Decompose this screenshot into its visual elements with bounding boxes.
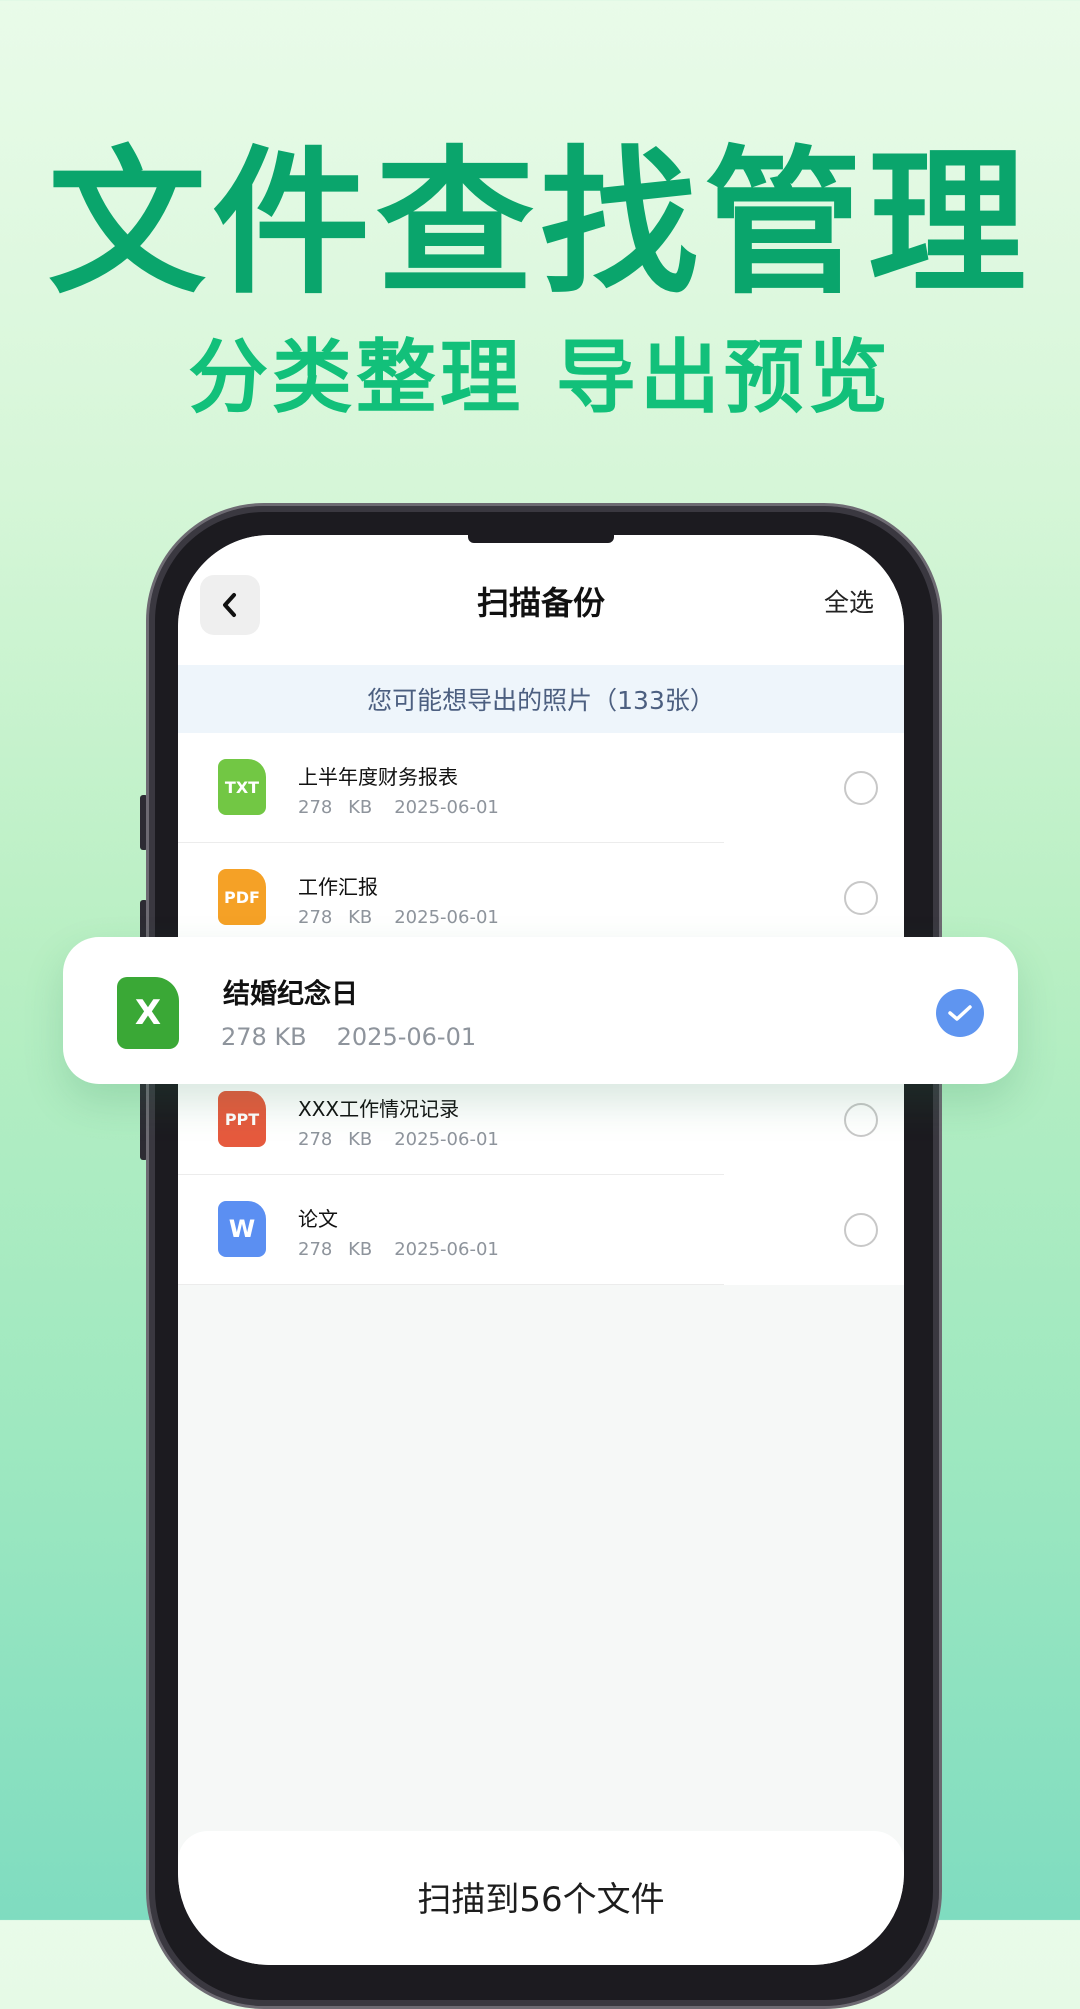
file-size: 278 KB [298, 797, 373, 818]
file-meta: 278 KB 2025-06-01 [298, 1129, 499, 1151]
file-name: 论文 [298, 1207, 338, 1231]
select-checkbox[interactable] [844, 881, 878, 915]
file-meta: 278 KB 2025-06-01 [298, 1239, 499, 1261]
checked-checkbox[interactable] [936, 989, 984, 1037]
notch [468, 535, 614, 543]
file-size: 278 KB [298, 1129, 373, 1150]
scan-count-text: 扫描到56个文件 [417, 1880, 665, 1920]
page-title: 扫描备份 [476, 584, 605, 622]
highlighted-file-card[interactable]: X 结婚纪念日 278 KB 2025-06-01 [63, 937, 1018, 1084]
select-all-button[interactable]: 全选 [824, 587, 874, 620]
select-checkbox[interactable] [844, 1103, 878, 1137]
file-row[interactable]: TXT 上半年度财务报表 278 KB 2025-06-01 [178, 733, 904, 843]
file-meta: 278 KB 2025-06-01 [221, 1023, 476, 1052]
file-name: 上半年度财务报表 [298, 765, 458, 789]
hero-subtitle: 分类整理 导出预览 [188, 331, 892, 424]
file-date: 2025-06-01 [394, 1239, 499, 1260]
file-row[interactable]: W 论文 278 KB 2025-06-01 [178, 1175, 904, 1285]
file-date: 2025-06-01 [394, 797, 499, 818]
file-date: 2025-06-01 [394, 1129, 499, 1150]
select-checkbox[interactable] [844, 1213, 878, 1247]
file-name: 结婚纪念日 [223, 979, 358, 1010]
divider [178, 1284, 724, 1285]
file-date: 2025-06-01 [394, 907, 499, 928]
file-name: XXX工作情况记录 [298, 1097, 460, 1121]
txt-file-icon: TXT [218, 759, 266, 815]
hero-title: 文件查找管理 [48, 132, 1032, 316]
file-date: 2025-06-01 [336, 1023, 477, 1051]
checkmark-icon [948, 1005, 972, 1021]
top-bar: 扫描备份 全选 [178, 535, 904, 665]
phone-screen: 扫描备份 全选 您可能想导出的照片（133张） TXT 上半年度财务报表 278… [178, 535, 904, 1965]
word-file-icon: W [218, 1201, 266, 1257]
ppt-file-icon: PPT [218, 1091, 266, 1147]
file-meta: 278 KB 2025-06-01 [298, 797, 499, 819]
file-meta: 278 KB 2025-06-01 [298, 907, 499, 929]
excel-file-icon: X [117, 977, 179, 1049]
file-size: 278 KB [221, 1023, 307, 1051]
file-size: 278 KB [298, 907, 373, 928]
pdf-file-icon: PDF [218, 869, 266, 925]
suggestion-banner: 您可能想导出的照片（133张） [178, 665, 904, 733]
select-checkbox[interactable] [844, 771, 878, 805]
file-name: 工作汇报 [298, 875, 378, 899]
file-size: 278 KB [298, 1239, 373, 1260]
